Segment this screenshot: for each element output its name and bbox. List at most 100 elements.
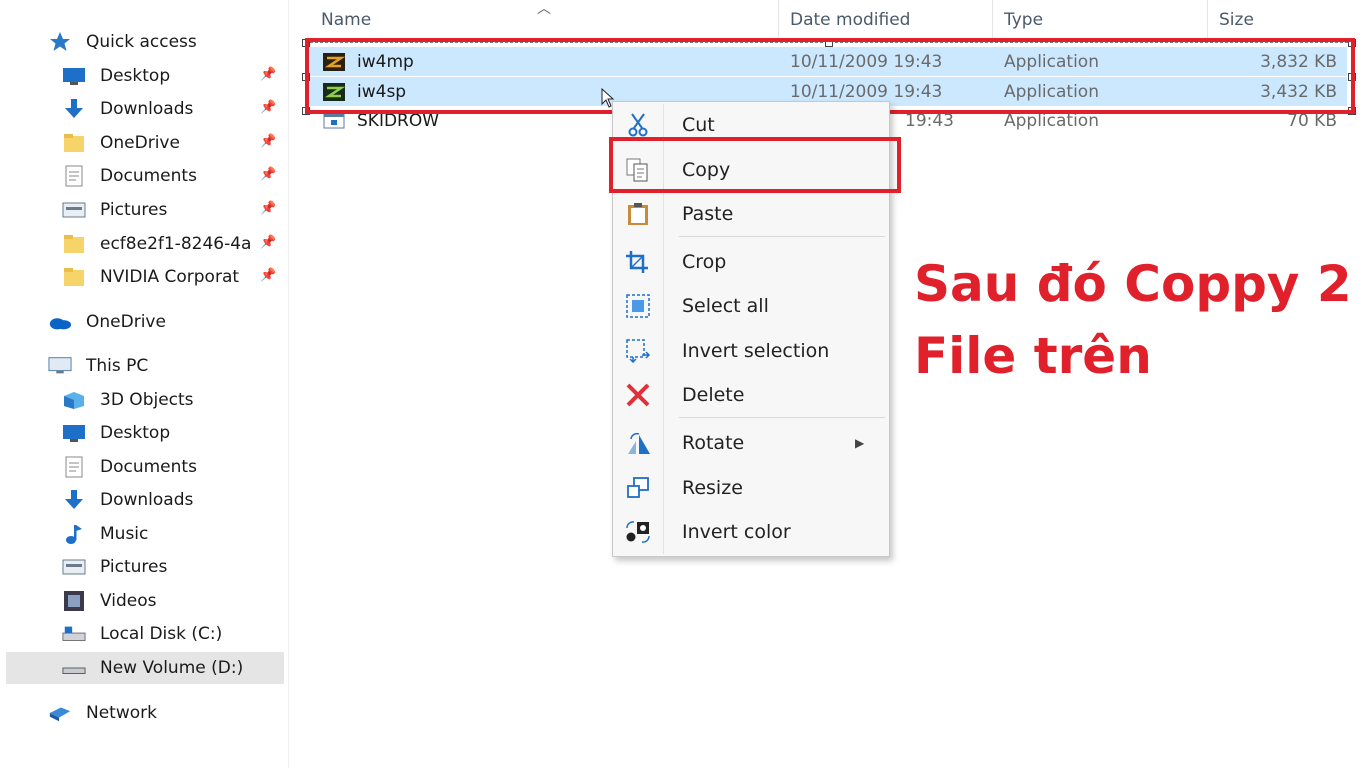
nav-item-3d-objects[interactable]: 3D Objects	[62, 384, 284, 416]
menu-item-label: Cut	[682, 114, 715, 136]
menu-item-paste[interactable]: Paste	[613, 194, 889, 234]
column-divider[interactable]	[1207, 0, 1208, 38]
column-header-size[interactable]: Size	[1219, 0, 1254, 40]
menu-item-invert-color[interactable]: Invert color	[613, 512, 889, 552]
nav-label: Documents	[100, 457, 197, 477]
file-type: Application	[1004, 81, 1099, 102]
nav-quick-access[interactable]: Quick access	[48, 26, 288, 58]
file-size: 3,432 KB	[1260, 81, 1337, 102]
nav-item-local-disk-c[interactable]: Local Disk (C:)	[62, 618, 284, 650]
nav-label: Network	[86, 703, 157, 723]
file-row-iw4mp[interactable]: iw4mp 10/11/2009 19:43 Application 3,832…	[307, 47, 1347, 76]
pictures-icon	[62, 199, 86, 221]
nav-item-videos[interactable]: Videos	[62, 585, 284, 617]
menu-item-label: Invert color	[682, 521, 791, 543]
context-menu: Cut Copy Paste Crop Select all Invert se…	[612, 101, 890, 557]
nav-item-desktop[interactable]: Desktop 📌	[62, 60, 284, 92]
menu-item-copy[interactable]: Copy	[613, 150, 889, 190]
resize-handle[interactable]	[1348, 39, 1356, 47]
nav-item-pictures[interactable]: Pictures 📌	[62, 194, 284, 226]
nav-label: Pictures	[100, 557, 168, 577]
resize-handle[interactable]	[825, 39, 833, 47]
nav-label: ecf8e2f1-8246-4a	[100, 234, 250, 254]
folder-icon	[62, 266, 86, 288]
menu-item-cut[interactable]: Cut	[613, 105, 889, 145]
nav-item-pc-documents[interactable]: Documents	[62, 451, 284, 483]
nav-item-documents[interactable]: Documents 📌	[62, 160, 284, 192]
computer-icon	[48, 355, 72, 377]
nav-item-pc-pictures[interactable]: Pictures	[62, 551, 284, 583]
pin-icon[interactable]: 📌	[260, 134, 276, 150]
pin-icon[interactable]: 📌	[260, 268, 276, 284]
nav-item-pc-downloads[interactable]: Downloads	[62, 484, 284, 516]
nav-item-nvidia-folder[interactable]: NVIDIA Corporat 📌	[62, 261, 284, 293]
caption-line: File trên	[914, 327, 1152, 385]
scissors-icon	[628, 113, 648, 137]
3d-objects-icon	[62, 389, 86, 411]
resize-handle[interactable]	[1348, 107, 1356, 115]
column-header-type[interactable]: Type	[1004, 0, 1043, 40]
file-type: Application	[1004, 51, 1099, 72]
downloads-icon	[62, 98, 86, 120]
star-icon	[48, 31, 72, 53]
nav-label: Local Disk (C:)	[100, 624, 223, 644]
nav-item-pc-desktop[interactable]: Desktop	[62, 417, 284, 449]
nav-this-pc[interactable]: This PC	[48, 350, 284, 382]
cloud-icon	[48, 311, 72, 333]
nav-label: Downloads	[100, 490, 194, 510]
nav-network[interactable]: Network	[48, 697, 284, 729]
menu-item-crop[interactable]: Crop	[613, 242, 889, 282]
nav-item-downloads[interactable]: Downloads 📌	[62, 93, 284, 125]
local-disk-icon	[62, 623, 86, 645]
file-name: SKIDROW	[357, 110, 440, 131]
caption-line: Sau đó Coppy 2	[914, 255, 1352, 313]
file-size: 3,832 KB	[1260, 51, 1337, 72]
column-divider[interactable]	[778, 0, 779, 38]
menu-item-rotate[interactable]: Rotate ▶	[613, 423, 889, 463]
resize-icon	[627, 477, 649, 498]
menu-item-invert-selection[interactable]: Invert selection	[613, 331, 889, 371]
nav-item-music[interactable]: Music	[62, 518, 284, 550]
invert-color-icon	[626, 521, 650, 543]
menu-item-label: Invert selection	[682, 340, 830, 362]
nav-label: 3D Objects	[100, 390, 194, 410]
menu-separator	[679, 236, 885, 237]
pin-icon[interactable]: 📌	[260, 167, 276, 183]
nav-item-new-volume-d[interactable]: New Volume (D:)	[6, 652, 284, 684]
select-all-icon	[626, 294, 650, 318]
menu-item-label: Paste	[682, 203, 734, 225]
nav-label: This PC	[86, 356, 149, 376]
menu-separator	[679, 417, 885, 418]
menu-item-delete[interactable]: Delete	[613, 375, 889, 415]
crop-icon	[626, 251, 648, 273]
pin-icon[interactable]: 📌	[260, 100, 276, 116]
nav-item-ecf8-folder[interactable]: ecf8e2f1-8246-4a 📌	[62, 228, 284, 260]
column-divider[interactable]	[992, 0, 993, 38]
file-date: 19:43	[905, 110, 954, 131]
column-header-name[interactable]: Name	[321, 0, 371, 40]
file-name: iw4sp	[357, 81, 407, 102]
desktop-icon	[62, 65, 86, 87]
resize-handle[interactable]	[302, 39, 310, 47]
column-header-label: Date modified	[790, 10, 911, 30]
downloads-icon	[62, 489, 86, 511]
nav-onedrive[interactable]: OneDrive	[48, 306, 284, 338]
nav-item-onedrive-folder[interactable]: OneDrive 📌	[62, 127, 284, 159]
network-icon	[48, 702, 72, 724]
nav-label: Downloads	[100, 99, 194, 119]
documents-icon	[62, 165, 86, 187]
folder-icon	[62, 233, 86, 255]
resize-handle[interactable]	[1348, 73, 1356, 81]
pin-icon[interactable]: 📌	[260, 201, 276, 217]
file-name-cell: iw4sp	[323, 77, 406, 106]
invert-selection-icon	[626, 339, 651, 363]
column-header-date[interactable]: Date modified	[790, 0, 910, 40]
menu-item-select-all[interactable]: Select all	[613, 286, 889, 326]
pin-icon[interactable]: 📌	[260, 67, 276, 83]
annotation-caption: Sau đó Coppy 2 File trên	[914, 248, 1354, 392]
nav-label: OneDrive	[86, 312, 166, 332]
pin-icon[interactable]: 📌	[260, 235, 276, 251]
menu-item-resize[interactable]: Resize	[613, 468, 889, 508]
menu-item-label: Rotate	[682, 432, 745, 454]
desktop-icon	[62, 422, 86, 444]
